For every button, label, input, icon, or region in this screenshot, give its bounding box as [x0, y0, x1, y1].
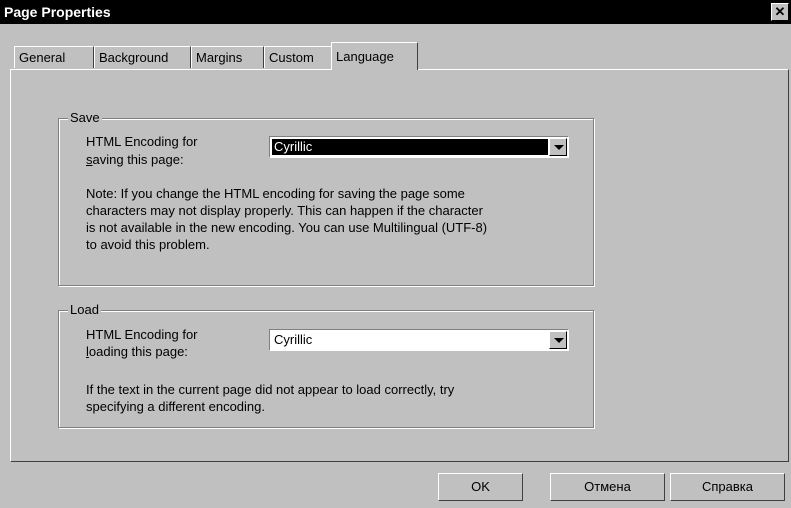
load-note-line2: specifying a different encoding.	[86, 399, 265, 414]
close-icon: ✕	[774, 4, 786, 19]
save-group: Save HTML Encoding for saving this page:…	[58, 110, 594, 286]
tab-general[interactable]: General	[14, 46, 94, 68]
save-note-line2: characters may not display properly. Thi…	[86, 203, 483, 218]
save-encoding-value: Cyrillic	[272, 139, 548, 155]
save-encoding-label-line2: saving this page:	[86, 152, 184, 167]
save-note-line1: Note: If you change the HTML encoding fo…	[86, 186, 465, 201]
ok-button-label: OK	[471, 479, 490, 494]
title-bar: Page Properties ✕	[0, 0, 791, 24]
chevron-down-icon[interactable]	[549, 331, 567, 349]
save-encoding-label-line1: HTML Encoding for	[86, 134, 198, 149]
tab-language[interactable]: Language	[331, 42, 418, 70]
save-note-line3: is not available in the new encoding. Yo…	[86, 220, 488, 235]
dialog-title: Page Properties	[4, 4, 111, 20]
tab-background[interactable]: Background	[94, 46, 191, 68]
save-group-title: Save	[68, 110, 102, 126]
load-encoding-label-line1: HTML Encoding for	[86, 327, 198, 342]
tab-panel-language: Save HTML Encoding for saving this page:…	[10, 69, 789, 462]
load-encoding-label-line2: loading this page:	[86, 344, 188, 359]
tab-language-label: Language	[336, 49, 394, 64]
page-properties-dialog: Page Properties ✕ General Background Mar…	[0, 0, 791, 508]
cancel-button[interactable]: Отмена	[550, 473, 665, 501]
tab-custom-label: Custom	[269, 50, 314, 65]
help-button-label: Справка	[702, 479, 753, 494]
tab-custom[interactable]: Custom	[264, 46, 332, 68]
help-button[interactable]: Справка	[670, 473, 785, 501]
load-group: Load HTML Encoding for loading this page…	[58, 302, 594, 428]
save-note-line4: to avoid this problem.	[86, 237, 210, 252]
tab-general-label: General	[19, 50, 66, 65]
load-group-title: Load	[68, 302, 101, 318]
cancel-button-label: Отмена	[584, 479, 631, 494]
load-note-line1: If the text in the current page did not …	[86, 382, 455, 397]
close-button[interactable]: ✕	[771, 3, 789, 21]
tab-margins[interactable]: Margins	[191, 46, 264, 68]
save-encoding-select[interactable]: Cyrillic	[269, 136, 569, 158]
tab-margins-label: Margins	[196, 50, 243, 65]
chevron-down-icon[interactable]	[549, 138, 567, 156]
tab-background-label: Background	[99, 50, 169, 65]
ok-button[interactable]: OK	[438, 473, 523, 501]
load-encoding-select[interactable]: Cyrillic	[269, 329, 569, 351]
load-encoding-value: Cyrillic	[274, 332, 313, 347]
